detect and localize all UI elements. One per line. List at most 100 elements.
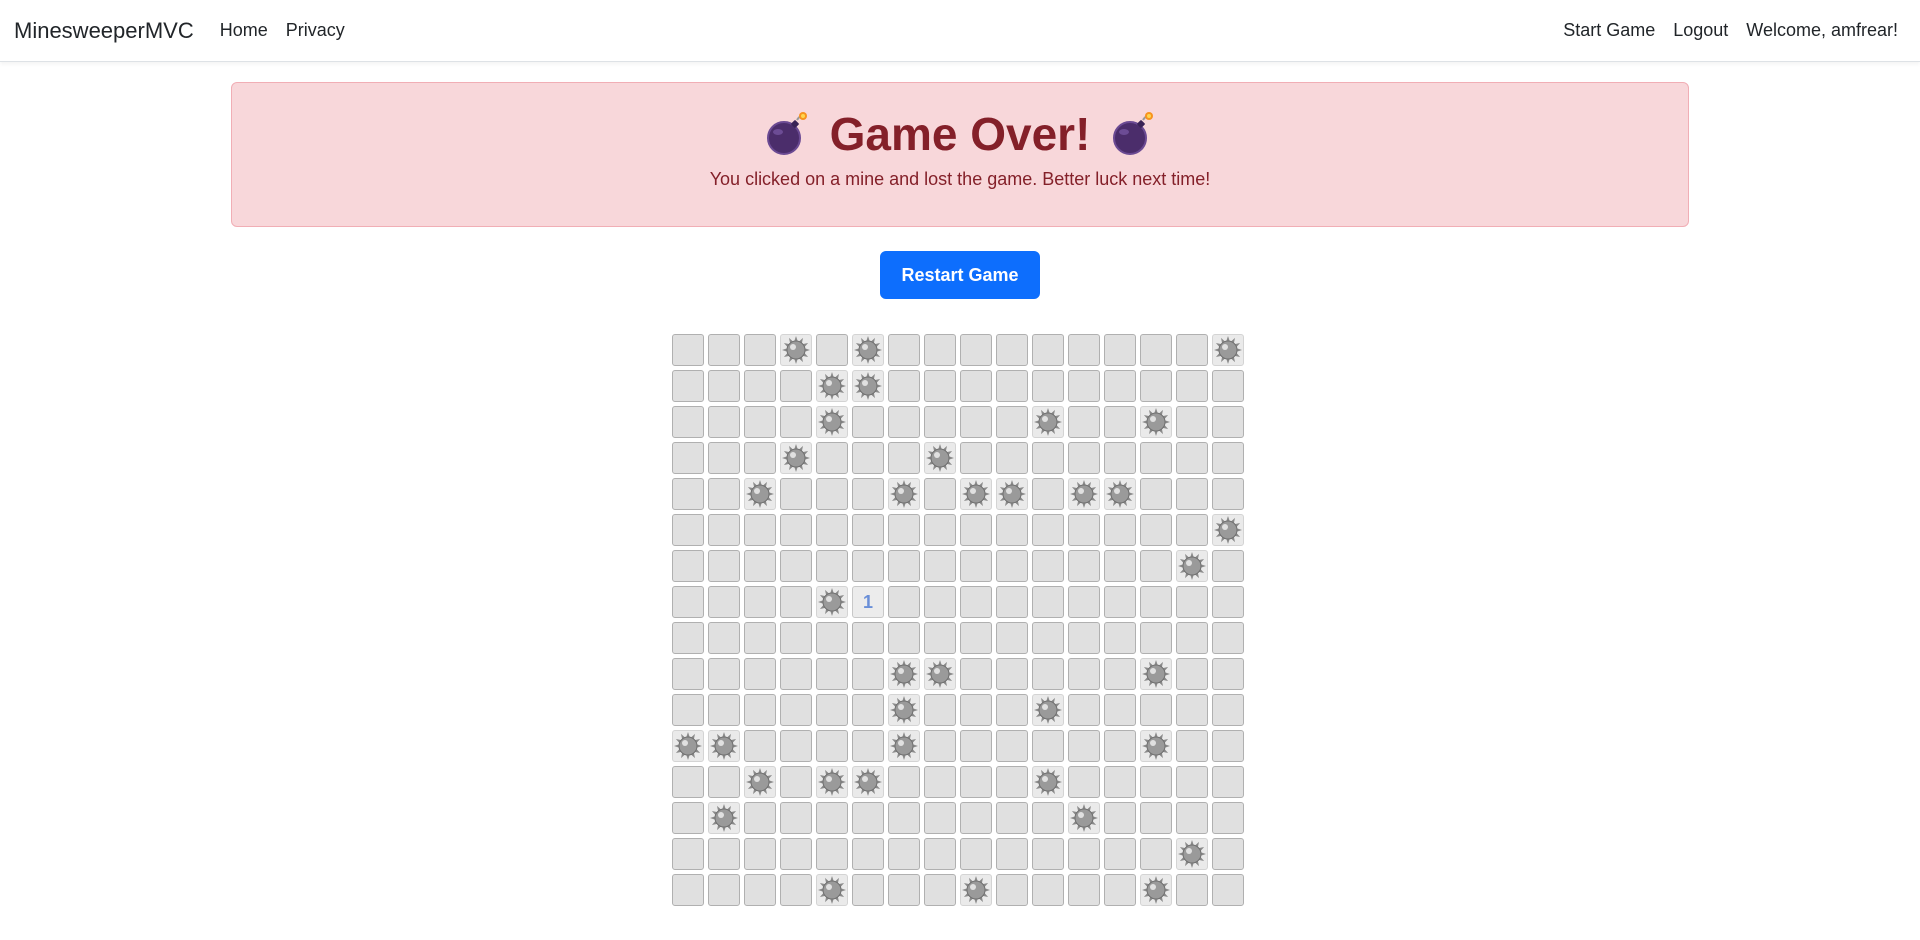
hidden-cell[interactable] (816, 730, 848, 762)
hidden-cell[interactable] (924, 730, 956, 762)
hidden-cell[interactable] (672, 766, 704, 798)
hidden-cell[interactable] (888, 406, 920, 438)
hidden-cell[interactable] (672, 478, 704, 510)
hidden-cell[interactable] (1068, 694, 1100, 726)
hidden-cell[interactable] (924, 874, 956, 906)
hidden-cell[interactable] (924, 370, 956, 402)
hidden-cell[interactable] (816, 838, 848, 870)
hidden-cell[interactable] (816, 658, 848, 690)
hidden-cell[interactable] (780, 874, 812, 906)
hidden-cell[interactable] (960, 802, 992, 834)
hidden-cell[interactable] (1068, 334, 1100, 366)
hidden-cell[interactable] (744, 730, 776, 762)
hidden-cell[interactable] (1032, 550, 1064, 582)
mine-cell[interactable] (744, 766, 776, 798)
hidden-cell[interactable] (672, 442, 704, 474)
hidden-cell[interactable] (1068, 658, 1100, 690)
hidden-cell[interactable] (960, 334, 992, 366)
hidden-cell[interactable] (1212, 586, 1244, 618)
mine-cell[interactable] (1176, 550, 1208, 582)
mine-cell[interactable] (816, 370, 848, 402)
hidden-cell[interactable] (780, 586, 812, 618)
hidden-cell[interactable] (924, 478, 956, 510)
hidden-cell[interactable] (780, 802, 812, 834)
hidden-cell[interactable] (1140, 694, 1172, 726)
hidden-cell[interactable] (1176, 694, 1208, 726)
hidden-cell[interactable] (708, 586, 740, 618)
hidden-cell[interactable] (960, 406, 992, 438)
hidden-cell[interactable] (1212, 730, 1244, 762)
hidden-cell[interactable] (744, 838, 776, 870)
hidden-cell[interactable] (1104, 802, 1136, 834)
mine-cell[interactable] (1140, 730, 1172, 762)
hidden-cell[interactable] (1176, 730, 1208, 762)
hidden-cell[interactable] (672, 622, 704, 654)
hidden-cell[interactable] (888, 766, 920, 798)
hidden-cell[interactable] (960, 838, 992, 870)
hidden-cell[interactable] (1176, 406, 1208, 438)
hidden-cell[interactable] (852, 550, 884, 582)
hidden-cell[interactable] (1104, 766, 1136, 798)
hidden-cell[interactable] (1212, 874, 1244, 906)
hidden-cell[interactable] (708, 550, 740, 582)
hidden-cell[interactable] (1176, 802, 1208, 834)
mine-cell[interactable] (816, 766, 848, 798)
hidden-cell[interactable] (1212, 370, 1244, 402)
hidden-cell[interactable] (996, 802, 1028, 834)
hidden-cell[interactable] (1068, 874, 1100, 906)
hidden-cell[interactable] (1140, 442, 1172, 474)
mine-cell[interactable] (888, 694, 920, 726)
mine-cell[interactable] (1212, 514, 1244, 546)
hidden-cell[interactable] (1176, 658, 1208, 690)
hidden-cell[interactable] (1068, 838, 1100, 870)
hidden-cell[interactable] (924, 838, 956, 870)
hidden-cell[interactable] (780, 550, 812, 582)
hidden-cell[interactable] (708, 406, 740, 438)
hidden-cell[interactable] (816, 334, 848, 366)
hidden-cell[interactable] (816, 478, 848, 510)
hidden-cell[interactable] (996, 442, 1028, 474)
hidden-cell[interactable] (960, 730, 992, 762)
hidden-cell[interactable] (888, 370, 920, 402)
mine-cell[interactable] (960, 478, 992, 510)
hidden-cell[interactable] (1104, 514, 1136, 546)
mine-cell[interactable] (780, 442, 812, 474)
hidden-cell[interactable] (672, 514, 704, 546)
hidden-cell[interactable] (960, 622, 992, 654)
hidden-cell[interactable] (1104, 838, 1136, 870)
hidden-cell[interactable] (996, 334, 1028, 366)
hidden-cell[interactable] (960, 694, 992, 726)
hidden-cell[interactable] (852, 514, 884, 546)
hidden-cell[interactable] (708, 874, 740, 906)
mine-cell[interactable] (780, 334, 812, 366)
hidden-cell[interactable] (1176, 586, 1208, 618)
hidden-cell[interactable] (1212, 694, 1244, 726)
mine-cell[interactable] (1068, 802, 1100, 834)
hidden-cell[interactable] (1212, 442, 1244, 474)
hidden-cell[interactable] (744, 586, 776, 618)
mine-cell[interactable] (888, 658, 920, 690)
hidden-cell[interactable] (780, 658, 812, 690)
mine-cell[interactable] (708, 730, 740, 762)
hidden-cell[interactable] (816, 622, 848, 654)
nav-start-game-link[interactable]: Start Game (1563, 20, 1655, 41)
hidden-cell[interactable] (924, 802, 956, 834)
hidden-cell[interactable] (1032, 514, 1064, 546)
hidden-cell[interactable] (924, 694, 956, 726)
hidden-cell[interactable] (744, 622, 776, 654)
mine-cell[interactable] (1140, 874, 1172, 906)
mine-cell[interactable] (960, 874, 992, 906)
hidden-cell[interactable] (960, 370, 992, 402)
hidden-cell[interactable] (1068, 622, 1100, 654)
hidden-cell[interactable] (1104, 406, 1136, 438)
hidden-cell[interactable] (744, 658, 776, 690)
hidden-cell[interactable] (960, 550, 992, 582)
mine-cell[interactable] (1140, 406, 1172, 438)
hidden-cell[interactable] (672, 550, 704, 582)
hidden-cell[interactable] (780, 370, 812, 402)
hidden-cell[interactable] (816, 802, 848, 834)
hidden-cell[interactable] (888, 874, 920, 906)
mine-cell[interactable] (1032, 694, 1064, 726)
hidden-cell[interactable] (1212, 838, 1244, 870)
mine-cell[interactable] (852, 334, 884, 366)
